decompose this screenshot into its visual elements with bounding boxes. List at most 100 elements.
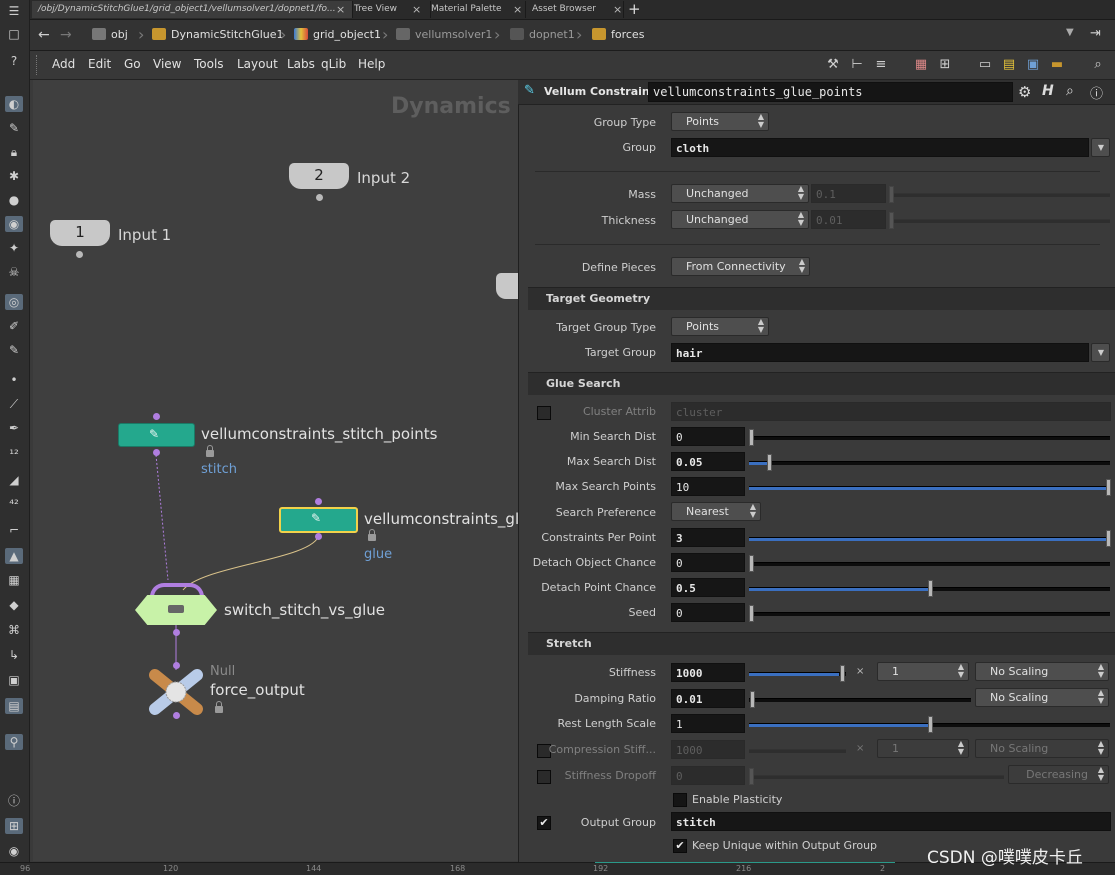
glue-constraints-node[interactable]: ✎ [279, 507, 358, 533]
box-icon[interactable]: ▬ [1049, 57, 1065, 73]
null-node[interactable] [149, 665, 203, 719]
target-group-type-dropdown[interactable]: Points ▲ ▼ [671, 317, 769, 336]
stiffness-multiplier[interactable]: 1 ▲ ▼ [877, 662, 969, 681]
breadcrumb-obj[interactable]: obj [92, 25, 128, 45]
mass-value-field[interactable]: 0.1 [811, 184, 886, 203]
stiffness-dropoff-toggle[interactable] [537, 770, 551, 784]
slider-handle[interactable] [749, 555, 754, 572]
group-field[interactable]: cloth [671, 138, 1089, 157]
info-icon[interactable]: ⓘ [5, 793, 23, 809]
stitch-constraints-node[interactable]: ✎ [118, 423, 195, 447]
pin-icon[interactable]: ⚲ [5, 734, 23, 750]
mass-mode-dropdown[interactable]: Unchanged ▲ ▼ [671, 184, 809, 203]
count-icon[interactable]: ⁴² [5, 496, 23, 512]
stiffness-dropoff-slider[interactable] [749, 768, 1004, 785]
slider-handle[interactable] [889, 186, 894, 203]
menu-tools[interactable]: Tools [194, 57, 224, 71]
glue-search-section[interactable]: Glue Search [528, 372, 1115, 395]
thickness-slider[interactable] [889, 212, 1110, 229]
image-icon[interactable]: ▣ [1025, 57, 1041, 73]
gear-icon[interactable]: ⚙ [1018, 83, 1031, 101]
constraints-per-point-slider[interactable] [749, 530, 1111, 547]
camera-icon[interactable]: ◎ [5, 294, 23, 310]
glue-output-port[interactable] [315, 533, 322, 540]
pen-icon[interactable]: ✒ [5, 420, 23, 436]
stiffness-dropoff-mode[interactable]: Decreasing ▲ ▼ [1008, 765, 1109, 784]
menu-edit[interactable]: Edit [88, 57, 111, 71]
damping-scaling-dropdown[interactable]: No Scaling ▲ ▼ [975, 688, 1109, 707]
axis-icon[interactable]: ↳ [5, 647, 23, 663]
bulb-icon[interactable]: ✦ [5, 240, 23, 256]
search-preference-dropdown[interactable]: Nearest ▲ ▼ [671, 502, 761, 521]
rest-length-scale-slider[interactable] [749, 716, 1110, 733]
slider-handle[interactable] [767, 454, 772, 471]
add-tab-icon[interactable]: + [628, 0, 641, 18]
pin-pane-icon[interactable]: ⇥ [1090, 26, 1101, 41]
define-pieces-dropdown[interactable]: From Connectivity ▲ ▼ [671, 257, 810, 276]
view-icon[interactable]: ◐ [5, 96, 23, 112]
switch-merge-input[interactable] [150, 583, 204, 597]
max-search-dist-slider[interactable] [749, 454, 1110, 471]
eye-icon[interactable]: ◉ [5, 843, 23, 859]
compression-stiffness-slider[interactable] [749, 749, 846, 753]
stiffness-dropoff-field[interactable]: 0 [671, 766, 745, 785]
menu-qlib[interactable]: qLib [321, 57, 346, 71]
keep-unique-checkbox[interactable]: ✔ [673, 839, 687, 853]
max-search-points-field[interactable]: 10 [671, 477, 745, 496]
detach-object-chance-field[interactable]: 0 [671, 553, 745, 572]
brush-icon[interactable]: ✐ [5, 318, 23, 334]
image-icon[interactable]: ▤ [5, 698, 23, 714]
back-arrow-icon[interactable]: ← [38, 27, 50, 43]
display-icon[interactable]: ▣ [5, 672, 23, 688]
enable-plasticity-checkbox[interactable] [673, 793, 687, 807]
menu-go[interactable]: Go [124, 57, 141, 71]
slider-handle[interactable] [749, 605, 754, 622]
houdini-help-icon[interactable]: H [1042, 83, 1054, 99]
point-icon[interactable]: • [5, 372, 23, 388]
cube-icon[interactable]: ◆ [5, 597, 23, 613]
path-dropdown-icon[interactable]: ▼ [1066, 27, 1074, 38]
min-search-dist-field[interactable]: 0 [671, 427, 745, 446]
menu-layout[interactable]: Layout [237, 57, 278, 71]
mass-slider[interactable] [889, 186, 1110, 203]
close-icon[interactable]: × [613, 3, 622, 16]
number-icon[interactable]: ¹² [5, 446, 23, 462]
info-icon[interactable]: ⓘ [1090, 83, 1103, 102]
breadcrumb-grid-object1[interactable]: grid_object1 [294, 25, 381, 45]
output-group-toggle[interactable]: ✔ [537, 816, 551, 830]
detach-point-chance-field[interactable]: 0.5 [671, 578, 745, 597]
slider-handle[interactable] [928, 716, 933, 733]
help-icon[interactable]: ? [5, 53, 23, 69]
stiffness-slider[interactable] [749, 665, 846, 682]
offscreen-node[interactable] [496, 273, 518, 299]
lock-icon[interactable]: 🔒︎ [5, 144, 23, 160]
max-search-dist-field[interactable]: 0.05 [671, 452, 745, 471]
palette-icon[interactable]: ▦ [913, 57, 929, 73]
corner-icon[interactable]: ⌐ [5, 522, 23, 538]
input-1-output-port[interactable] [76, 251, 83, 258]
forward-arrow-icon[interactable]: → [60, 27, 72, 43]
slider-handle[interactable] [749, 768, 754, 785]
menu-help[interactable]: Help [358, 57, 385, 71]
switch-node[interactable] [135, 595, 217, 625]
menu-view[interactable]: View [153, 57, 181, 71]
search-icon[interactable]: ⌕ [1090, 57, 1106, 73]
glue-input-port[interactable] [315, 498, 322, 505]
checker-icon[interactable]: ▦ [5, 572, 23, 588]
null-output-port[interactable] [173, 712, 180, 719]
group-menu-button[interactable]: ▼ [1091, 138, 1110, 157]
sphere-icon[interactable]: ● [5, 192, 23, 208]
note-icon[interactable]: ▤ [1001, 57, 1017, 73]
breadcrumb-forces[interactable]: forces [592, 25, 644, 45]
min-search-dist-slider[interactable] [749, 429, 1110, 446]
slider-handle[interactable] [889, 212, 894, 229]
compression-scaling-dropdown[interactable]: No Scaling ▲ ▼ [975, 739, 1109, 758]
target-group-menu-button[interactable]: ▼ [1091, 343, 1110, 362]
stitch-output-port[interactable] [153, 449, 160, 456]
switch-output-port[interactable] [173, 629, 180, 636]
rest-length-scale-field[interactable]: 1 [671, 714, 745, 733]
input-1-node[interactable]: 1 [50, 220, 110, 246]
seed-field[interactable]: 0 [671, 603, 745, 622]
light-icon[interactable]: ◉ [5, 216, 23, 232]
target-geometry-section[interactable]: Target Geometry [528, 287, 1115, 310]
